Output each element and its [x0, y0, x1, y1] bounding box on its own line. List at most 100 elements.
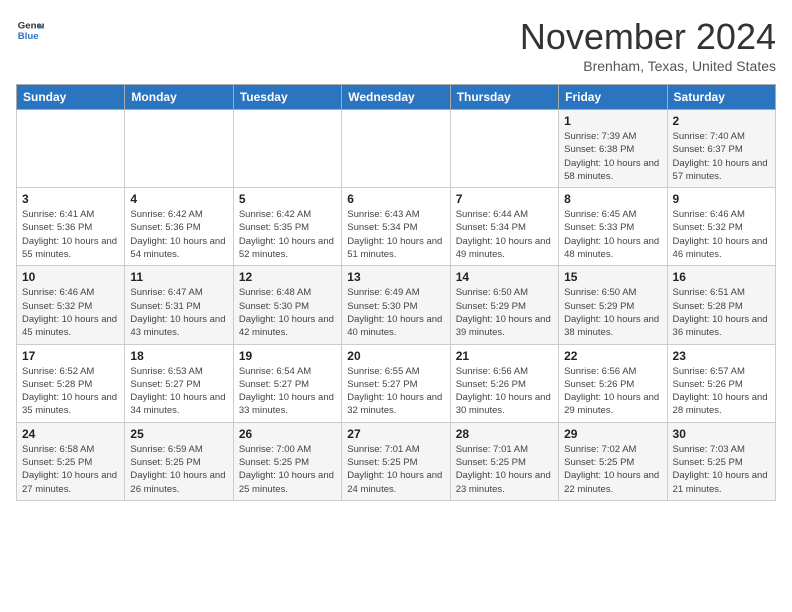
calendar-cell	[342, 110, 450, 188]
day-number: 7	[456, 192, 553, 206]
day-info: Sunrise: 7:03 AMSunset: 5:25 PMDaylight:…	[673, 443, 770, 496]
day-info: Sunrise: 6:57 AMSunset: 5:26 PMDaylight:…	[673, 365, 770, 418]
month-title: November 2024	[520, 16, 776, 58]
day-number: 20	[347, 349, 444, 363]
day-info: Sunrise: 7:01 AMSunset: 5:25 PMDaylight:…	[456, 443, 553, 496]
day-number: 5	[239, 192, 336, 206]
day-info: Sunrise: 7:39 AMSunset: 6:38 PMDaylight:…	[564, 130, 661, 183]
day-info: Sunrise: 6:48 AMSunset: 5:30 PMDaylight:…	[239, 286, 336, 339]
day-number: 30	[673, 427, 770, 441]
calendar-cell: 13 Sunrise: 6:49 AMSunset: 5:30 PMDayligh…	[342, 266, 450, 344]
calendar-week-1: 1Sunrise: 7:39 AMSunset: 6:38 PMDaylight…	[17, 110, 776, 188]
calendar-cell: 4 Sunrise: 6:42 AMSunset: 5:36 PMDaylight…	[125, 188, 233, 266]
calendar-cell: 14 Sunrise: 6:50 AMSunset: 5:29 PMDayligh…	[450, 266, 558, 344]
day-number: 13	[347, 270, 444, 284]
weekday-header-saturday: Saturday	[667, 85, 775, 110]
day-info: Sunrise: 7:00 AMSunset: 5:25 PMDaylight:…	[239, 443, 336, 496]
weekday-header-monday: Monday	[125, 85, 233, 110]
calendar-cell: 2 Sunrise: 7:40 AMSunset: 6:37 PMDaylight…	[667, 110, 775, 188]
day-number: 3	[22, 192, 119, 206]
calendar-cell: 6 Sunrise: 6:43 AMSunset: 5:34 PMDaylight…	[342, 188, 450, 266]
day-number: 11	[130, 270, 227, 284]
weekday-header-wednesday: Wednesday	[342, 85, 450, 110]
calendar-cell	[233, 110, 341, 188]
day-info: Sunrise: 6:47 AMSunset: 5:31 PMDaylight:…	[130, 286, 227, 339]
day-number: 28	[456, 427, 553, 441]
weekday-header-thursday: Thursday	[450, 85, 558, 110]
page-header: General Blue November 2024 Brenham, Texa…	[16, 16, 776, 74]
day-info: Sunrise: 6:59 AMSunset: 5:25 PMDaylight:…	[130, 443, 227, 496]
day-info: Sunrise: 6:44 AMSunset: 5:34 PMDaylight:…	[456, 208, 553, 261]
day-info: Sunrise: 7:02 AMSunset: 5:25 PMDaylight:…	[564, 443, 661, 496]
svg-text:Blue: Blue	[18, 31, 39, 42]
day-number: 10	[22, 270, 119, 284]
logo: General Blue	[16, 16, 44, 44]
calendar-week-5: 24 Sunrise: 6:58 AMSunset: 5:25 PMDayligh…	[17, 422, 776, 500]
weekday-header-tuesday: Tuesday	[233, 85, 341, 110]
day-number: 18	[130, 349, 227, 363]
calendar-cell: 27Sunrise: 7:01 AMSunset: 5:25 PMDayligh…	[342, 422, 450, 500]
day-info: Sunrise: 6:46 AMSunset: 5:32 PMDaylight:…	[673, 208, 770, 261]
calendar-cell: 28 Sunrise: 7:01 AMSunset: 5:25 PMDayligh…	[450, 422, 558, 500]
day-info: Sunrise: 7:40 AMSunset: 6:37 PMDaylight:…	[673, 130, 770, 183]
location: Brenham, Texas, United States	[520, 58, 776, 74]
day-info: Sunrise: 6:54 AMSunset: 5:27 PMDaylight:…	[239, 365, 336, 418]
day-number: 21	[456, 349, 553, 363]
weekday-header-friday: Friday	[559, 85, 667, 110]
day-number: 14	[456, 270, 553, 284]
calendar-cell	[17, 110, 125, 188]
day-info: Sunrise: 6:58 AMSunset: 5:25 PMDaylight:…	[22, 443, 119, 496]
title-block: November 2024 Brenham, Texas, United Sta…	[520, 16, 776, 74]
calendar-cell: 9 Sunrise: 6:46 AMSunset: 5:32 PMDaylight…	[667, 188, 775, 266]
day-info: Sunrise: 6:46 AMSunset: 5:32 PMDaylight:…	[22, 286, 119, 339]
day-number: 27	[347, 427, 444, 441]
day-info: Sunrise: 6:42 AMSunset: 5:36 PMDaylight:…	[130, 208, 227, 261]
calendar-cell	[125, 110, 233, 188]
calendar-cell: 8 Sunrise: 6:45 AMSunset: 5:33 PMDaylight…	[559, 188, 667, 266]
day-info: Sunrise: 6:43 AMSunset: 5:34 PMDaylight:…	[347, 208, 444, 261]
calendar-cell	[450, 110, 558, 188]
weekday-header-sunday: Sunday	[17, 85, 125, 110]
day-number: 23	[673, 349, 770, 363]
calendar-cell: 16 Sunrise: 6:51 AMSunset: 5:28 PMDayligh…	[667, 266, 775, 344]
day-number: 9	[673, 192, 770, 206]
day-number: 4	[130, 192, 227, 206]
day-number: 6	[347, 192, 444, 206]
calendar-cell: 26 Sunrise: 7:00 AMSunset: 5:25 PMDayligh…	[233, 422, 341, 500]
day-number: 2	[673, 114, 770, 128]
calendar-table: SundayMondayTuesdayWednesdayThursdayFrid…	[16, 84, 776, 501]
calendar-cell: 24 Sunrise: 6:58 AMSunset: 5:25 PMDayligh…	[17, 422, 125, 500]
day-info: Sunrise: 6:49 AMSunset: 5:30 PMDaylight:…	[347, 286, 444, 339]
calendar-week-2: 3 Sunrise: 6:41 AMSunset: 5:36 PMDaylight…	[17, 188, 776, 266]
day-info: Sunrise: 6:55 AMSunset: 5:27 PMDaylight:…	[347, 365, 444, 418]
day-number: 12	[239, 270, 336, 284]
day-info: Sunrise: 6:56 AMSunset: 5:26 PMDaylight:…	[456, 365, 553, 418]
calendar-cell: 17Sunrise: 6:52 AMSunset: 5:28 PMDayligh…	[17, 344, 125, 422]
day-info: Sunrise: 6:56 AMSunset: 5:26 PMDaylight:…	[564, 365, 661, 418]
day-number: 17	[22, 349, 119, 363]
day-number: 29	[564, 427, 661, 441]
calendar-cell: 18Sunrise: 6:53 AMSunset: 5:27 PMDayligh…	[125, 344, 233, 422]
day-number: 8	[564, 192, 661, 206]
calendar-week-3: 10 Sunrise: 6:46 AMSunset: 5:32 PMDayligh…	[17, 266, 776, 344]
day-number: 19	[239, 349, 336, 363]
day-number: 24	[22, 427, 119, 441]
day-number: 26	[239, 427, 336, 441]
day-number: 16	[673, 270, 770, 284]
day-info: Sunrise: 6:41 AMSunset: 5:36 PMDaylight:…	[22, 208, 119, 261]
calendar-cell: 23 Sunrise: 6:57 AMSunset: 5:26 PMDayligh…	[667, 344, 775, 422]
calendar-cell: 7 Sunrise: 6:44 AMSunset: 5:34 PMDaylight…	[450, 188, 558, 266]
day-info: Sunrise: 6:45 AMSunset: 5:33 PMDaylight:…	[564, 208, 661, 261]
calendar-cell: 5Sunrise: 6:42 AMSunset: 5:35 PMDaylight…	[233, 188, 341, 266]
calendar-cell: 11 Sunrise: 6:47 AMSunset: 5:31 PMDayligh…	[125, 266, 233, 344]
calendar-cell: 19 Sunrise: 6:54 AMSunset: 5:27 PMDayligh…	[233, 344, 341, 422]
calendar-cell: 30 Sunrise: 7:03 AMSunset: 5:25 PMDayligh…	[667, 422, 775, 500]
calendar-cell: 21 Sunrise: 6:56 AMSunset: 5:26 PMDayligh…	[450, 344, 558, 422]
day-info: Sunrise: 6:51 AMSunset: 5:28 PMDaylight:…	[673, 286, 770, 339]
day-number: 25	[130, 427, 227, 441]
calendar-cell: 1Sunrise: 7:39 AMSunset: 6:38 PMDaylight…	[559, 110, 667, 188]
calendar-week-4: 17Sunrise: 6:52 AMSunset: 5:28 PMDayligh…	[17, 344, 776, 422]
day-info: Sunrise: 6:50 AMSunset: 5:29 PMDaylight:…	[456, 286, 553, 339]
calendar-cell: 20 Sunrise: 6:55 AMSunset: 5:27 PMDayligh…	[342, 344, 450, 422]
calendar-cell: 12 Sunrise: 6:48 AMSunset: 5:30 PMDayligh…	[233, 266, 341, 344]
